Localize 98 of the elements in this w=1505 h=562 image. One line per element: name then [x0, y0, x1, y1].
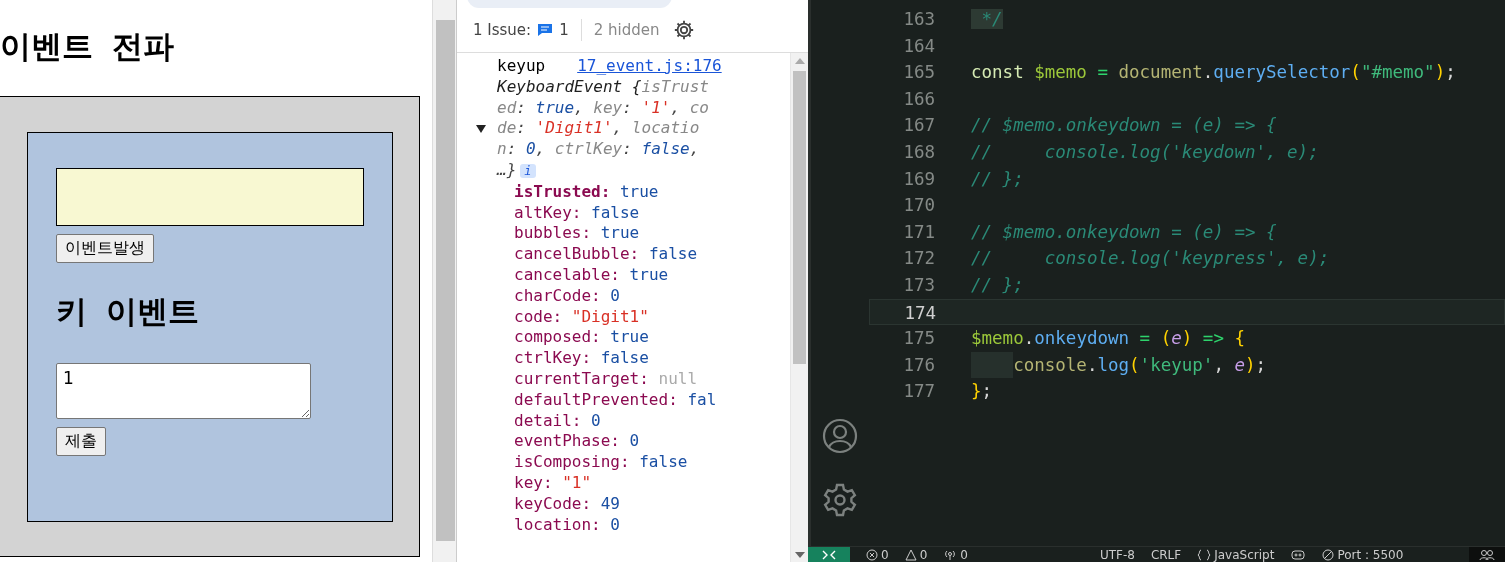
people-icon[interactable]	[1479, 549, 1495, 561]
status-item[interactable]: JavaScript	[1214, 547, 1275, 562]
input-field[interactable]	[56, 168, 364, 226]
hidden-count: 2 hidden	[593, 21, 660, 39]
line-number: 164	[902, 34, 935, 58]
line-number: 170	[902, 194, 935, 218]
line-number: 167	[902, 114, 935, 138]
property-name: composed:	[514, 327, 601, 347]
settings-icon[interactable]	[822, 482, 858, 518]
line-number: 173	[902, 273, 935, 297]
submit-button[interactable]: 제출	[56, 427, 106, 456]
code-line: // console.log('keypress', e);	[971, 247, 1330, 271]
event-button[interactable]: 이벤트발생	[56, 234, 154, 263]
property-name: isTrusted:	[514, 181, 611, 201]
scrollbar-thumb[interactable]	[793, 71, 806, 364]
property-value: true	[600, 223, 640, 243]
property-value: 0	[610, 514, 620, 534]
line-number: 168	[902, 140, 935, 164]
line-number: 176	[902, 353, 935, 377]
property-value: false	[648, 244, 698, 264]
source-link[interactable]: 17_event.js:176	[577, 56, 722, 77]
section-heading: 키 이벤트	[56, 292, 199, 331]
status-item[interactable]: 0	[881, 547, 889, 562]
property-name: detail:	[514, 410, 582, 430]
memo-field[interactable]: 1	[56, 363, 311, 419]
line-number: 171	[902, 220, 935, 244]
line-number: 163	[902, 8, 935, 31]
property-value: fal	[687, 389, 717, 409]
property-name: key:	[514, 472, 553, 492]
broadcast-icon	[943, 549, 958, 561]
line-number: 165	[902, 61, 935, 85]
property-value: "Digit1"	[571, 306, 649, 326]
settings-icon[interactable]	[673, 19, 696, 41]
property-value: 0	[591, 410, 601, 430]
property-name: ctrlKey:	[514, 348, 592, 368]
scrollbar[interactable]	[790, 53, 808, 562]
status-item[interactable]: UTF-8	[1099, 547, 1135, 562]
property-name: altKey:	[514, 202, 582, 222]
no-entry-icon	[1322, 549, 1335, 561]
line-number: 169	[902, 167, 935, 191]
property-value: 49	[600, 493, 620, 513]
remote-button[interactable]	[808, 547, 850, 562]
line-number: 166	[902, 87, 935, 111]
log-message: keyup	[497, 56, 546, 77]
line-number: 174	[903, 301, 936, 325]
property-value: false	[591, 202, 640, 222]
issues-label[interactable]: 1 Issue:	[473, 21, 532, 39]
property-name: defaultPrevented:	[514, 389, 678, 409]
object-summary[interactable]: KeyboardEvent {isTrusted: true, key: '1', code: 'Digit1', location: 0, ctrlKey: false, …} i	[497, 76, 709, 182]
property-value: true	[610, 327, 649, 347]
scrollbar-thumb[interactable]	[436, 20, 455, 541]
property-value: true	[619, 181, 659, 201]
code-line: // console.log('keydown', e);	[971, 140, 1319, 164]
property-name: eventPhase:	[514, 431, 620, 451]
code-line: // };	[971, 167, 1024, 191]
property-value: "1"	[562, 472, 592, 492]
warning-icon	[904, 549, 917, 561]
braces-icon	[1197, 549, 1212, 561]
property-name: currentTarget:	[514, 368, 649, 388]
issues-count[interactable]: 1	[559, 21, 569, 39]
error-icon	[866, 549, 878, 561]
property-name: charCode:	[514, 285, 601, 305]
message-icon	[537, 23, 554, 37]
code-line: // };	[971, 273, 1024, 297]
code-line: const $memo = document.querySelector("#memo");	[971, 61, 1456, 85]
property-name: cancelable:	[514, 264, 620, 284]
property-value: 0	[610, 285, 620, 305]
account-icon[interactable]	[822, 418, 858, 454]
property-name: location:	[514, 514, 601, 534]
property-name: bubbles:	[514, 223, 592, 243]
remote-icon	[822, 550, 836, 560]
status-item[interactable]: 0	[960, 547, 968, 562]
property-name: cancelBubble:	[514, 244, 640, 264]
expand-arrow-icon[interactable]	[475, 124, 487, 135]
copilot-icon[interactable]	[1290, 549, 1307, 561]
line-number: 172	[902, 247, 935, 271]
code-line: };	[971, 380, 993, 404]
property-value: 0	[629, 431, 640, 451]
code-line: // $memo.onkeydown = (e) => {	[971, 220, 1277, 244]
code-line: console.log('keyup', e);	[1013, 353, 1267, 377]
line-number: 175	[902, 327, 935, 351]
code-line: $memo.onkeydown = (e) => {	[971, 327, 1245, 351]
property-value: false	[639, 452, 688, 472]
scrollbar[interactable]	[432, 0, 456, 562]
property-name: isComposing:	[514, 452, 630, 472]
status-item[interactable]: CRLF	[1150, 547, 1182, 562]
status-item[interactable]: Port : 5500	[1337, 547, 1404, 562]
page-heading: 이벤트 전파	[0, 27, 175, 66]
status-item[interactable]: 0	[919, 547, 928, 562]
info-badge[interactable]: i	[520, 164, 536, 178]
scroll-down-icon[interactable]	[794, 551, 806, 559]
code-line: // $memo.onkeydown = (e) => {	[971, 114, 1277, 138]
line-number: 177	[902, 380, 935, 404]
property-name: code:	[514, 306, 563, 326]
property-value: false	[600, 348, 649, 368]
property-value: null	[658, 368, 698, 388]
property-name: keyCode:	[514, 493, 592, 513]
property-value: true	[629, 264, 669, 284]
